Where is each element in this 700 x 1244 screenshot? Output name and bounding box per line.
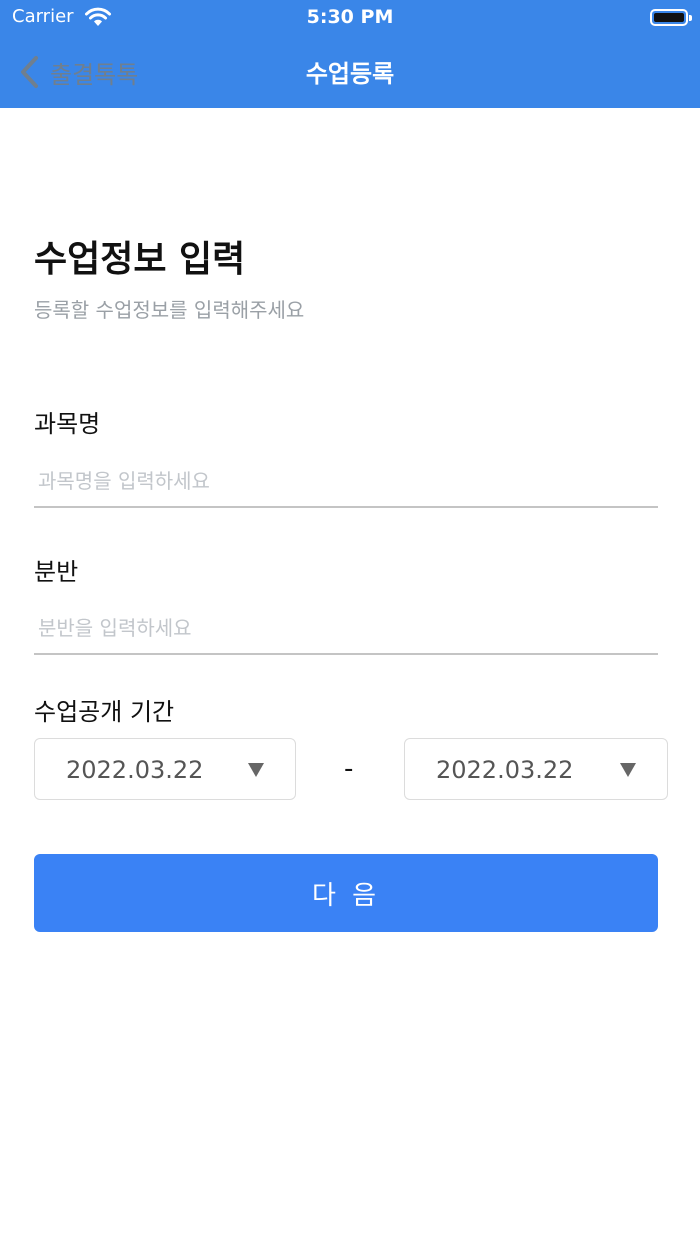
end-date-select[interactable]: 2022.03.22: [404, 738, 668, 800]
start-date-value: 2022.03.22: [66, 756, 204, 784]
triangle-down-icon: [620, 763, 636, 777]
top-header: Carrier 5:30 PM 출결톡톡 수업등록: [0, 0, 700, 108]
battery-icon: [650, 9, 692, 26]
nav-title: 수업등록: [305, 60, 395, 88]
page-subtitle: 등록할 수업정보를 입력해주세요: [34, 298, 305, 322]
start-date-select[interactable]: 2022.03.22: [34, 738, 296, 800]
next-button[interactable]: 다 음: [34, 854, 658, 932]
date-separator: -: [344, 754, 354, 784]
status-bar: Carrier 5:30 PM: [0, 0, 700, 36]
page-title: 수업정보 입력: [34, 239, 246, 280]
triangle-down-icon: [248, 763, 264, 777]
status-time: 5:30 PM: [306, 6, 394, 28]
section-label: 분반: [34, 558, 79, 586]
end-date-value: 2022.03.22: [436, 756, 574, 784]
subject-input[interactable]: [34, 456, 658, 508]
subject-label: 과목명: [34, 410, 101, 438]
section-input[interactable]: [34, 603, 658, 655]
period-label: 수업공개 기간: [34, 698, 175, 726]
